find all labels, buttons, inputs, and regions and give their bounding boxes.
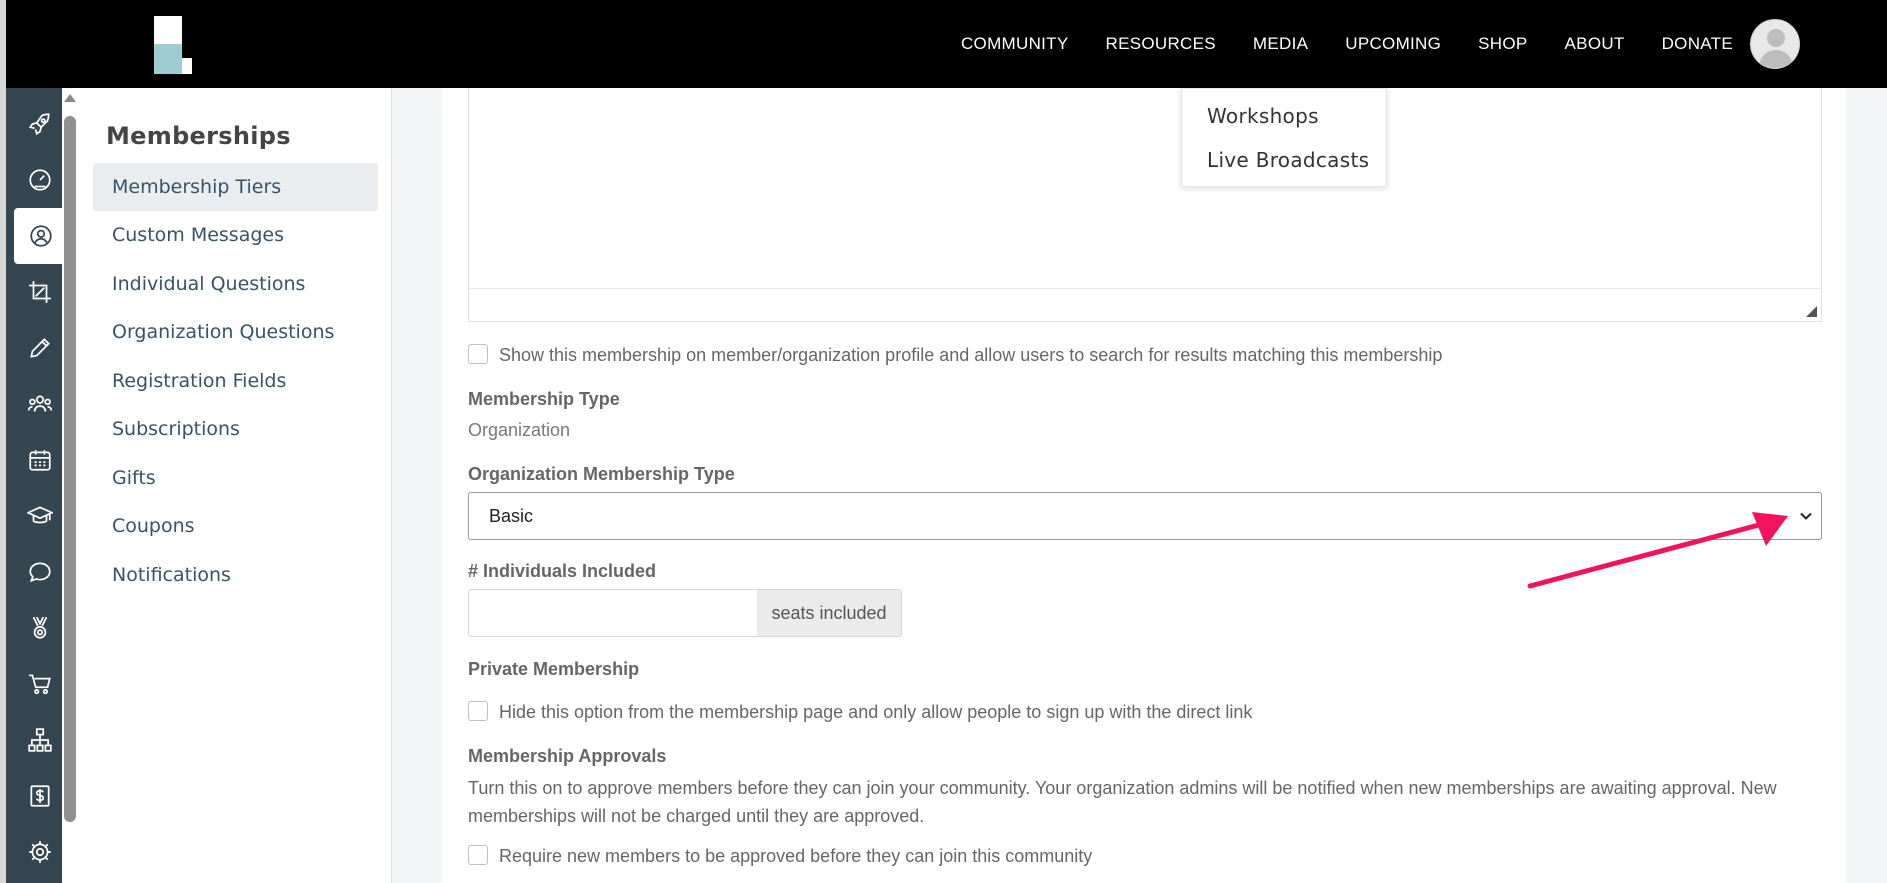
org-membership-type-select[interactable]: Basic <box>468 492 1822 540</box>
crop-icon[interactable] <box>12 264 68 320</box>
membership-type-value: Organization <box>468 420 571 440</box>
sidebar-item-organization-questions[interactable]: Organization Questions <box>93 308 378 356</box>
medal-icon[interactable] <box>12 600 68 656</box>
sidebar-scrollbar[interactable] <box>62 88 78 883</box>
show-on-profile-checkbox[interactable] <box>468 344 488 364</box>
membership-approvals-label: Membership Approvals <box>468 746 667 766</box>
dropdown-item-workshops[interactable]: Workshops <box>1207 104 1319 128</box>
nav-resources[interactable]: RESOURCES <box>1106 34 1216 54</box>
sidebar-item-subscriptions[interactable]: Subscriptions <box>93 405 378 453</box>
show-on-profile-label: Show this membership on member/organizat… <box>499 345 1443 365</box>
nav-media[interactable]: MEDIA <box>1253 34 1308 54</box>
sidebar-item-gifts[interactable]: Gifts <box>93 454 378 502</box>
private-membership-label: Private Membership <box>468 659 640 679</box>
user-avatar[interactable] <box>1750 19 1800 69</box>
individuals-included-label: # Individuals Included <box>468 561 657 581</box>
require-approval-checkbox-label: Require new members to be approved befor… <box>499 846 1093 866</box>
graduation-cap-icon[interactable] <box>12 488 68 544</box>
require-approval-checkbox[interactable] <box>468 845 488 865</box>
admin-icon-rail <box>0 88 68 883</box>
top-nav-bar: COMMUNITY RESOURCES MEDIA UPCOMING SHOP … <box>0 0 1887 88</box>
sidebar-item-custom-messages[interactable]: Custom Messages <box>93 211 378 259</box>
description-editor[interactable] <box>468 88 1822 322</box>
nav-upcoming[interactable]: UPCOMING <box>1345 34 1441 54</box>
user-circle-icon[interactable] <box>14 208 68 264</box>
editor-status-bar <box>469 288 1821 321</box>
private-membership-checkbox[interactable] <box>468 701 488 721</box>
pencil-icon[interactable] <box>12 320 68 376</box>
sidebar-item-notifications[interactable]: Notifications <box>93 551 378 599</box>
rocket-icon[interactable] <box>12 96 68 152</box>
chat-bubble-icon[interactable] <box>12 544 68 600</box>
private-membership-checkbox-label: Hide this option from the membership pag… <box>499 702 1253 722</box>
membership-type-label: Membership Type <box>468 389 620 409</box>
users-group-icon[interactable] <box>12 376 68 432</box>
resize-handle-icon[interactable] <box>1806 306 1817 317</box>
cart-icon[interactable] <box>12 656 68 712</box>
dollar-icon[interactable] <box>12 768 68 824</box>
sidebar-title: Memberships <box>106 122 291 150</box>
calendar-icon[interactable] <box>12 432 68 488</box>
media-dropdown-menu: Workshops Live Broadcasts <box>1181 88 1387 187</box>
select-value: Basic <box>489 506 534 526</box>
scrollbar-thumb[interactable] <box>64 116 76 822</box>
sidebar-item-individual-questions[interactable]: Individual Questions <box>93 260 378 308</box>
main-nav: COMMUNITY RESOURCES MEDIA UPCOMING SHOP … <box>924 0 1791 88</box>
site-logo[interactable] <box>154 16 192 74</box>
scroll-up-arrow-icon[interactable] <box>64 94 76 102</box>
nav-shop[interactable]: SHOP <box>1478 34 1527 54</box>
sidebar-item-coupons[interactable]: Coupons <box>93 502 378 550</box>
dropdown-item-live-broadcasts[interactable]: Live Broadcasts <box>1207 148 1369 172</box>
nav-donate[interactable]: DONATE <box>1662 34 1733 54</box>
org-membership-type-label: Organization Membership Type <box>468 464 735 484</box>
org-chart-icon[interactable] <box>12 712 68 768</box>
memberships-sidebar: Memberships Membership Tiers Custom Mess… <box>78 88 392 883</box>
chevron-down-icon <box>1800 512 1812 520</box>
nav-about[interactable]: ABOUT <box>1565 34 1625 54</box>
gear-icon[interactable] <box>12 824 68 880</box>
individuals-included-input[interactable] <box>468 589 758 637</box>
membership-approvals-help: Turn this on to approve members before t… <box>468 778 1777 826</box>
dashboard-gauge-icon[interactable] <box>12 152 68 208</box>
sidebar-item-membership-tiers[interactable]: Membership Tiers <box>93 163 378 211</box>
nav-community[interactable]: COMMUNITY <box>961 34 1069 54</box>
seats-included-addon: seats included <box>757 589 902 637</box>
sidebar-item-registration-fields[interactable]: Registration Fields <box>93 357 378 405</box>
